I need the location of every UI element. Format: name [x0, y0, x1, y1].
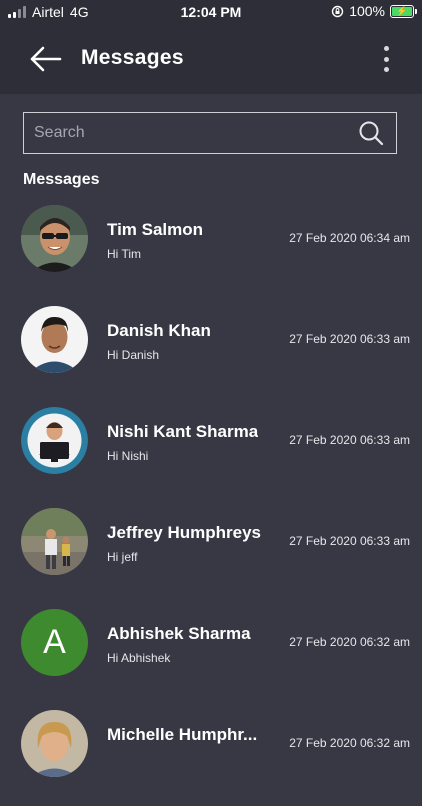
search-box	[23, 112, 397, 154]
contact-name: Abhishek Sharma	[107, 624, 251, 643]
avatar-initial: A	[43, 623, 66, 661]
more-vert-icon	[383, 46, 389, 51]
message-row[interactable]: Nishi Kant Sharma Hi Nishi 27 Feb 2020 0…	[0, 402, 422, 503]
avatar-photo	[21, 710, 88, 777]
avatar	[21, 508, 88, 575]
app-header: Messages	[0, 24, 422, 94]
avatar-photo	[21, 508, 88, 575]
avatar-photo	[21, 205, 88, 272]
message-preview: Hi Tim	[107, 247, 141, 261]
contact-name: Michelle Humphr...	[107, 725, 258, 744]
search-input[interactable]	[24, 113, 358, 153]
status-bar: Airtel 4G 12:04 PM 100% ⚡	[0, 0, 422, 24]
contact-name: Nishi Kant Sharma	[107, 422, 259, 441]
message-timestamp: 27 Feb 2020 06:33 am	[289, 433, 410, 447]
avatar	[21, 306, 88, 373]
message-timestamp: 27 Feb 2020 06:33 am	[289, 332, 410, 346]
back-button[interactable]	[28, 44, 62, 74]
contact-name: Danish Khan	[107, 321, 211, 340]
arrow-left-icon	[30, 46, 62, 72]
battery-percent: 100%	[349, 3, 385, 19]
page-title: Messages	[81, 46, 184, 69]
message-row[interactable]: Tim Salmon Hi Tim 27 Feb 2020 06:34 am	[0, 200, 422, 301]
avatar	[21, 407, 88, 474]
charging-bolt-icon: ⚡	[396, 5, 408, 16]
more-options-button[interactable]	[376, 46, 396, 72]
avatar-photo	[21, 306, 88, 373]
contact-name: Tim Salmon	[107, 220, 204, 239]
orientation-lock-icon	[331, 5, 344, 17]
section-heading: Messages	[23, 171, 100, 188]
message-row[interactable]: Danish Khan Hi Danish 27 Feb 2020 06:33 …	[0, 301, 422, 402]
message-row[interactable]: A Abhishek Sharma Hi Abhishek 27 Feb 202…	[0, 604, 422, 705]
battery-icon: ⚡	[390, 4, 417, 18]
avatar	[21, 710, 88, 777]
message-preview: Hi jeff	[107, 550, 138, 564]
message-row[interactable]: Michelle Humphr... 27 Feb 2020 06:32 am	[0, 705, 422, 806]
contact-name: Jeffrey Humphreys	[107, 523, 262, 542]
message-timestamp: 27 Feb 2020 06:33 am	[289, 534, 410, 548]
message-list: Tim Salmon Hi Tim 27 Feb 2020 06:34 am D…	[0, 200, 422, 806]
message-row[interactable]: Jeffrey Humphreys Hi jeff 27 Feb 2020 06…	[0, 503, 422, 604]
message-timestamp: 27 Feb 2020 06:34 am	[289, 231, 410, 245]
search-icon[interactable]	[358, 120, 384, 146]
message-timestamp: 27 Feb 2020 06:32 am	[289, 736, 410, 750]
message-preview: Hi Abhishek	[107, 651, 171, 665]
avatar: A	[21, 609, 88, 676]
message-preview: Hi Nishi	[107, 449, 149, 463]
message-timestamp: 27 Feb 2020 06:32 am	[289, 635, 410, 649]
message-preview: Hi Danish	[107, 348, 160, 362]
avatar-illustration	[21, 407, 88, 474]
avatar	[21, 205, 88, 272]
status-right: 100% ⚡	[331, 3, 417, 19]
